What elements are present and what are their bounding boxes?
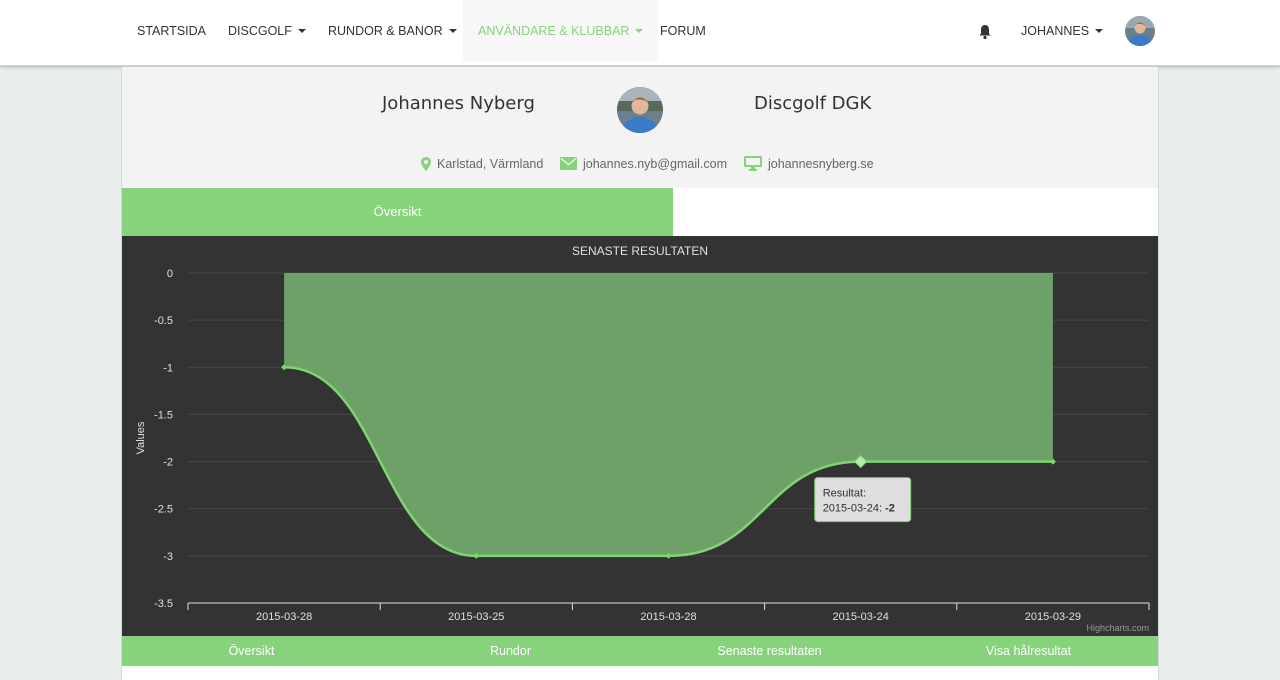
location-info: Karlstad, Värmland — [421, 156, 543, 172]
user-menu[interactable]: JOHANNES — [1021, 0, 1104, 62]
nav-rundor-banor[interactable]: RUNDOR & BANOR — [328, 0, 457, 62]
envelope-icon — [560, 157, 577, 171]
tooltip-value: 2015-03-24: -2 — [823, 503, 895, 515]
y-tick-label: -2.5 — [154, 504, 173, 516]
results-chart: SENASTE RESULTATEN 0 -0.5 -1 -1.5 -2 -2.5 -3 -3.… — [122, 236, 1158, 636]
top-navbar: STARTSIDA DISCGOLF RUNDOR & BANOR ANVÄND… — [0, 0, 1280, 66]
bottom-tab-oversikt[interactable]: Översikt — [122, 636, 381, 666]
content-border-right — [1158, 67, 1159, 680]
x-tick-label: 2015-03-28 — [640, 611, 696, 623]
chart-credits: Highcharts.com — [1086, 623, 1149, 633]
profile-header: Johannes Nyberg Discgolf DGK Karlstad, V… — [122, 67, 1158, 188]
bell-icon[interactable] — [978, 24, 992, 40]
bottom-tab-rundor[interactable]: Rundor — [381, 636, 640, 666]
nav-anvandare-klubbar[interactable]: ANVÄNDARE & KLUBBAR — [463, 0, 659, 62]
caret-down-icon — [1095, 28, 1104, 33]
y-tick-label: -0.5 — [154, 315, 173, 327]
profile-page: Johannes Nyberg Discgolf DGK Karlstad, V… — [122, 67, 1158, 680]
y-tick-label: -3 — [163, 551, 173, 563]
website-info[interactable]: johannesnyberg.se — [744, 156, 874, 172]
bottom-tab-senaste-resultaten[interactable]: Senaste resultaten — [640, 636, 899, 666]
x-tick-label: 2015-03-25 — [448, 611, 504, 623]
nav-forum[interactable]: FORUM — [660, 0, 706, 62]
caret-down-icon — [448, 28, 457, 33]
results-chart-svg: SENASTE RESULTATEN 0 -0.5 -1 -1.5 -2 -2.5 -3 -3.… — [135, 244, 1150, 633]
tab-oversikt[interactable]: Översikt — [122, 188, 673, 236]
tooltip-title: Resultat: — [823, 488, 866, 500]
nav-discgolf[interactable]: DISCGOLF — [228, 0, 306, 62]
y-tick-label: -2 — [163, 457, 173, 469]
email-info[interactable]: johannes.nyb@gmail.com — [560, 157, 727, 171]
user-avatar[interactable] — [1125, 16, 1155, 46]
profile-tabs: Översikt — [122, 188, 1158, 236]
x-tick-label: 2015-03-29 — [1025, 611, 1081, 623]
caret-down-icon — [635, 28, 644, 33]
bottom-tab-visa-halresultat[interactable]: Visa hålresultat — [899, 636, 1158, 666]
y-tick-label: -1 — [163, 362, 173, 374]
x-tick-label: 2015-03-28 — [256, 611, 312, 623]
desktop-icon — [744, 156, 762, 172]
y-tick-label: 0 — [167, 268, 173, 280]
x-tick-label: 2015-03-24 — [833, 611, 889, 623]
y-tick-label: -3.5 — [154, 598, 173, 610]
caret-down-icon — [297, 28, 306, 33]
profile-club: Discgolf DGK — [754, 93, 872, 114]
nav-startsida[interactable]: STARTSIDA — [137, 0, 206, 62]
bottom-tabs: Översikt Rundor Senaste resultaten Visa … — [122, 636, 1158, 666]
y-tick-label: -1.5 — [154, 409, 173, 421]
chart-title: SENASTE RESULTATEN — [572, 244, 708, 258]
map-marker-icon — [421, 156, 431, 171]
area-fill — [284, 273, 1053, 556]
profile-avatar — [617, 87, 663, 133]
profile-name: Johannes Nyberg — [382, 93, 535, 114]
y-axis-label: Values — [135, 421, 147, 454]
